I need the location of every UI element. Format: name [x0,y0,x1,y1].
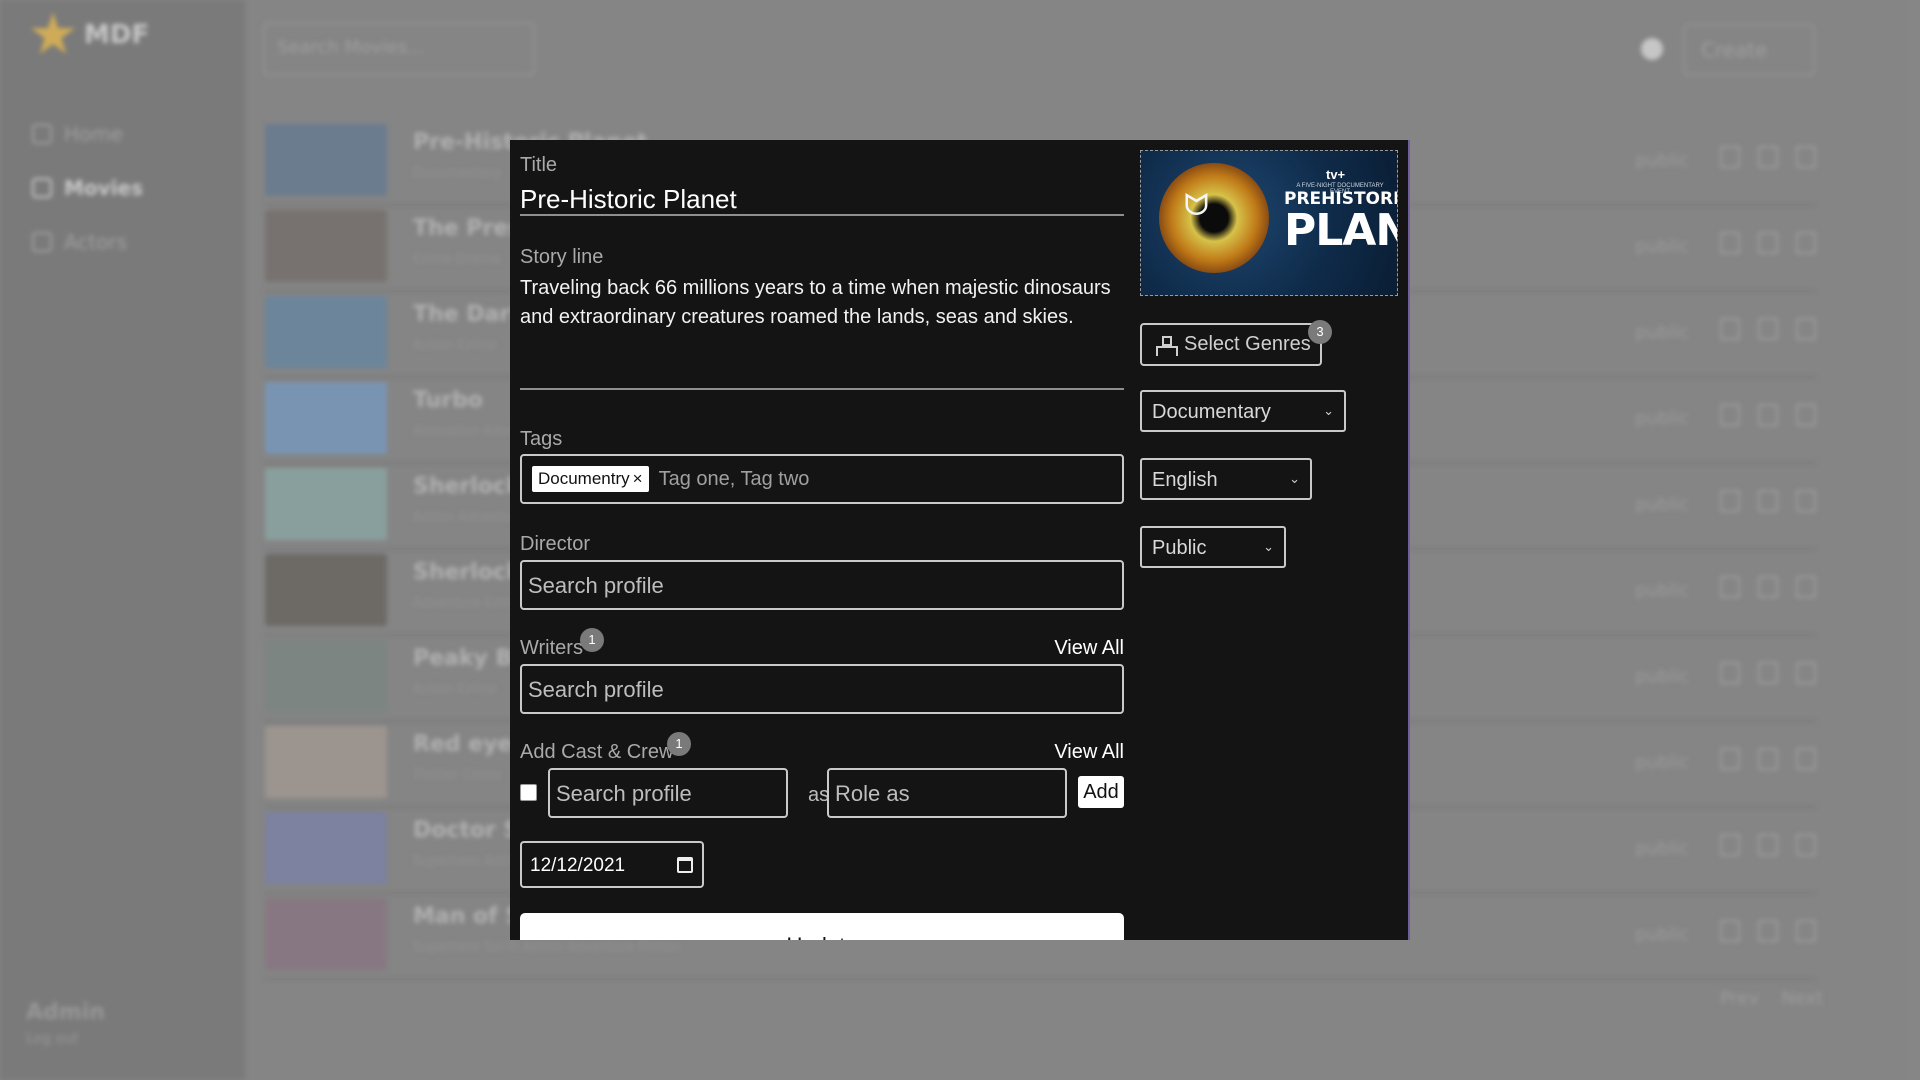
chevron-down-icon: ⌄ [1323,403,1334,418]
cast-view-all-link[interactable]: View All [1054,741,1124,764]
title-input[interactable]: Pre-Historic Planet [520,184,1124,216]
cast-as-label: as [808,784,830,806]
chevron-down-icon: ⌄ [1289,471,1300,486]
cast-count-badge: 1 [667,732,691,756]
cast-label: Add Cast & Crew [520,741,674,763]
chevron-down-icon: ⌄ [1263,539,1274,554]
lead-actor-checkbox[interactable] [520,784,537,801]
tags-placeholder[interactable]: Tag one, Tag two [659,468,810,491]
status-select[interactable]: Public ⌄ [1140,526,1286,568]
remove-tag-icon[interactable]: × [633,469,643,489]
release-date-value: 12/12/2021 [530,855,626,876]
add-cast-button[interactable]: Add [1078,776,1124,808]
writers-view-all-link[interactable]: View All [1054,637,1124,660]
poster-title-line2: PLANET [1284,205,1397,256]
story-line-textarea[interactable]: Traveling back 66 millions years to a ti… [520,274,1124,332]
select-genres-label: Select Genres [1184,333,1311,355]
tag-chip-label: Documentry [538,469,630,488]
tags-label: Tags [520,428,563,450]
role-input[interactable]: Role as [827,768,1067,818]
poster-bird-silhouette-icon: ᗢ [1184,189,1209,222]
writers-count-badge: 1 [580,628,604,652]
story-line-label: Story line [520,246,604,268]
title-label: Title [520,154,558,176]
director-search-input[interactable]: Search profile [520,560,1124,610]
director-label: Director [520,533,591,555]
update-button[interactable]: Update [520,913,1124,940]
language-select[interactable]: English ⌄ [1140,458,1312,500]
movie-edit-modal: Title Pre-Historic Planet Story line Tra… [510,140,1410,940]
calendar-icon[interactable] [677,857,693,873]
writers-label: Writers [520,637,583,659]
tag-chip: Documentry × [532,466,649,492]
poster-image[interactable]: ᗢ tv+ A FIVE-NIGHT DOCUMENTARY EVENT PRE… [1140,150,1398,296]
poster-title: PREHISTORIC PLANET [1284,189,1397,256]
select-genres-button[interactable]: Select Genres [1140,323,1322,366]
story-line-underline [520,388,1124,390]
release-date-input[interactable]: 12/12/2021 [520,841,704,888]
category-select-value: Documentary [1152,401,1271,423]
status-select-value: Public [1152,537,1207,559]
writers-search-input[interactable]: Search profile [520,664,1124,714]
category-select[interactable]: Documentary ⌄ [1140,390,1346,432]
poster-eye-graphic [1159,163,1269,273]
genres-count-badge: 3 [1308,320,1332,344]
cast-search-input[interactable]: Search profile [548,768,788,818]
tags-input[interactable]: Documentry × Tag one, Tag two [520,454,1124,504]
language-select-value: English [1152,469,1218,491]
hierarchy-icon [1156,335,1178,356]
poster-brand: tv+ [1326,167,1346,182]
